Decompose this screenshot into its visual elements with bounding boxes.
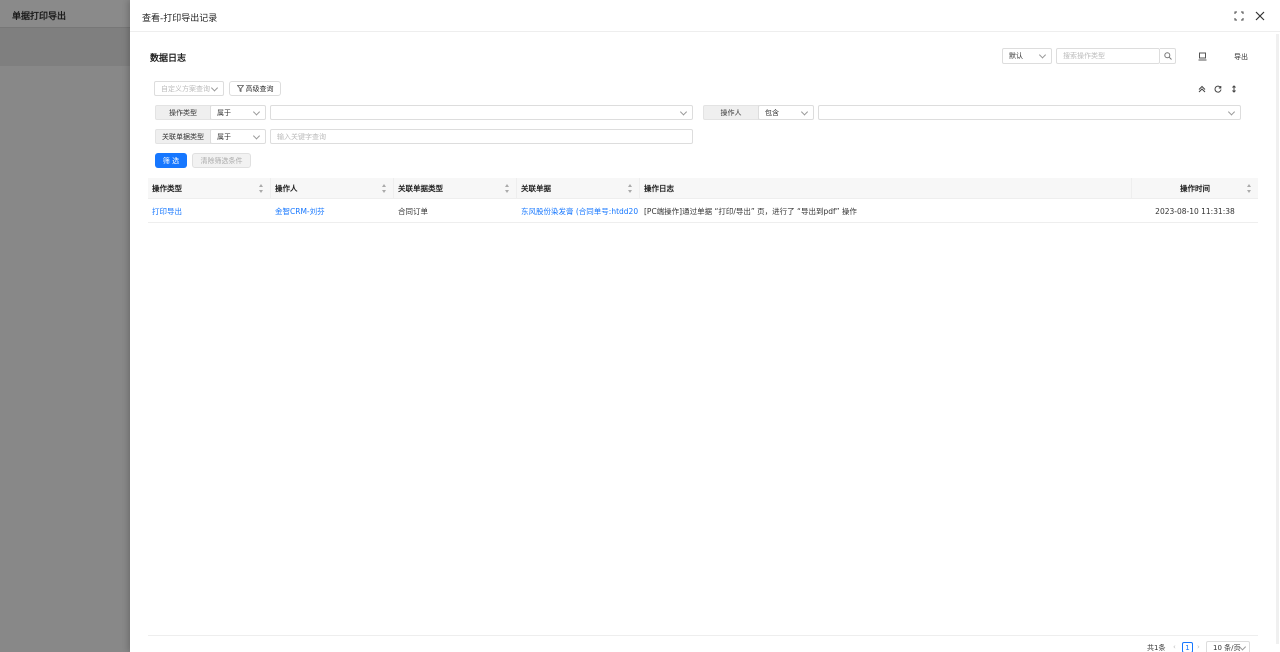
chevron-down-icon — [252, 107, 261, 116]
custom-scheme-select[interactable]: 自定义方案查询 — [154, 81, 224, 96]
clear-filter-button[interactable]: 清除筛选条件 — [192, 153, 251, 168]
custom-scheme-placeholder: 自定义方案查询 — [161, 84, 210, 93]
prev-page-icon[interactable]: ‹ — [1173, 643, 1176, 651]
sort-icon[interactable] — [259, 184, 264, 193]
column-height-icon[interactable] — [1228, 83, 1240, 95]
column-label: 操作日志 — [644, 184, 674, 193]
search-input[interactable]: 搜索操作类型 — [1056, 48, 1160, 64]
collapse-icon[interactable] — [1196, 83, 1208, 95]
operator-label: 操作人 — [703, 105, 759, 120]
table-row: 打印导出 金智CRM-刘芬 合同订单 东风股份染发膏 (合同单号:htdd202… — [148, 200, 1258, 223]
cell-time: 2023-08-10 11:31:38 — [1155, 207, 1235, 216]
column-label: 操作人 — [275, 184, 298, 193]
column-header-time[interactable]: 操作时间 — [1132, 178, 1258, 199]
filter-button[interactable]: 筛 选 — [155, 153, 187, 168]
cell-doc-type: 合同订单 — [398, 207, 428, 216]
drawer-title: 查看-打印导出记录 — [142, 14, 218, 24]
cell-operation-type[interactable]: 打印导出 — [152, 200, 267, 223]
cell-log: [PC端操作]通过单据 “打印/导出” 页，进行了 “导出到pdf” 操作 — [644, 207, 857, 216]
monitor-icon[interactable] — [1195, 49, 1209, 63]
view-select[interactable]: 默认 — [1002, 48, 1052, 64]
operation-type-operator[interactable]: 属于 — [210, 105, 266, 120]
operation-type-value-select[interactable] — [270, 105, 693, 120]
cell-doc[interactable]: 东风股份染发膏 (合同单号:htdd202... — [521, 200, 638, 223]
next-page-icon[interactable]: › — [1197, 643, 1200, 651]
operation-type-operator-value: 属于 — [217, 108, 231, 117]
advanced-query-label: 高级查询 — [245, 84, 274, 93]
table-header: 操作类型 操作人 关联单据类型 关联单据 操作日志 操作时间 — [148, 178, 1258, 199]
operator-value-select[interactable] — [818, 105, 1241, 120]
doc-type-operator-value: 属于 — [217, 132, 231, 141]
chevron-down-icon — [800, 107, 809, 116]
footer-divider — [148, 635, 1258, 636]
page-size-select[interactable]: 10 条/页 — [1206, 641, 1250, 652]
filter-icon — [236, 85, 244, 92]
chevron-down-icon — [1038, 51, 1047, 59]
scrollbar[interactable] — [1276, 34, 1279, 644]
page-size-value: 10 条/页 — [1213, 643, 1241, 652]
cell-operator[interactable]: 金智CRM-刘芬 — [275, 200, 390, 223]
operator-operator-value: 包含 — [765, 108, 779, 117]
record-drawer: 查看-打印导出记录 数据日志 默认 搜索操作类型 导出 自定义方案查询 高级查询… — [130, 0, 1280, 652]
chevron-down-icon — [252, 131, 261, 140]
page-number[interactable]: 1 — [1182, 642, 1193, 652]
sort-icon[interactable] — [382, 184, 387, 193]
keyword-input[interactable]: 输入关键字查询 — [270, 129, 693, 144]
refresh-icon[interactable] — [1212, 83, 1224, 95]
sort-icon[interactable] — [1247, 184, 1252, 193]
keyword-placeholder: 输入关键字查询 — [277, 132, 326, 141]
panel-title: 数据日志 — [150, 54, 187, 64]
background-page-title: 单据打印导出 — [12, 12, 67, 22]
search-placeholder: 搜索操作类型 — [1063, 52, 1105, 60]
export-button[interactable]: 导出 — [1234, 52, 1248, 62]
sort-icon[interactable] — [628, 184, 633, 193]
column-header-operator[interactable]: 操作人 — [271, 178, 394, 199]
doc-type-label: 关联单据类型 — [155, 129, 211, 144]
operation-type-label: 操作类型 — [155, 105, 211, 120]
chevron-down-icon — [1227, 107, 1236, 116]
chevron-down-icon — [1238, 642, 1247, 651]
column-header-log: 操作日志 — [640, 178, 1132, 199]
background-overlay — [0, 66, 130, 652]
chevron-down-icon — [679, 107, 688, 116]
close-icon[interactable] — [1253, 9, 1267, 23]
drawer-header: 查看-打印导出记录 — [130, 0, 1280, 32]
column-label: 操作时间 — [1180, 184, 1210, 193]
doc-type-operator[interactable]: 属于 — [210, 129, 266, 144]
column-header-doc-type[interactable]: 关联单据类型 — [394, 178, 517, 199]
view-select-value: 默认 — [1009, 52, 1023, 60]
column-label: 操作类型 — [152, 184, 182, 193]
sort-icon[interactable] — [505, 184, 510, 193]
search-icon[interactable] — [1160, 48, 1176, 64]
column-label: 关联单据类型 — [398, 184, 443, 193]
column-header-doc[interactable]: 关联单据 — [517, 178, 640, 199]
operator-operator[interactable]: 包含 — [758, 105, 814, 120]
chevron-down-icon — [210, 83, 219, 92]
advanced-query-button[interactable]: 高级查询 — [229, 81, 281, 96]
column-label: 关联单据 — [521, 184, 551, 193]
column-header-operation-type[interactable]: 操作类型 — [148, 178, 271, 199]
fullscreen-icon[interactable] — [1232, 9, 1246, 23]
pagination-total: 共1条 — [1147, 644, 1166, 652]
